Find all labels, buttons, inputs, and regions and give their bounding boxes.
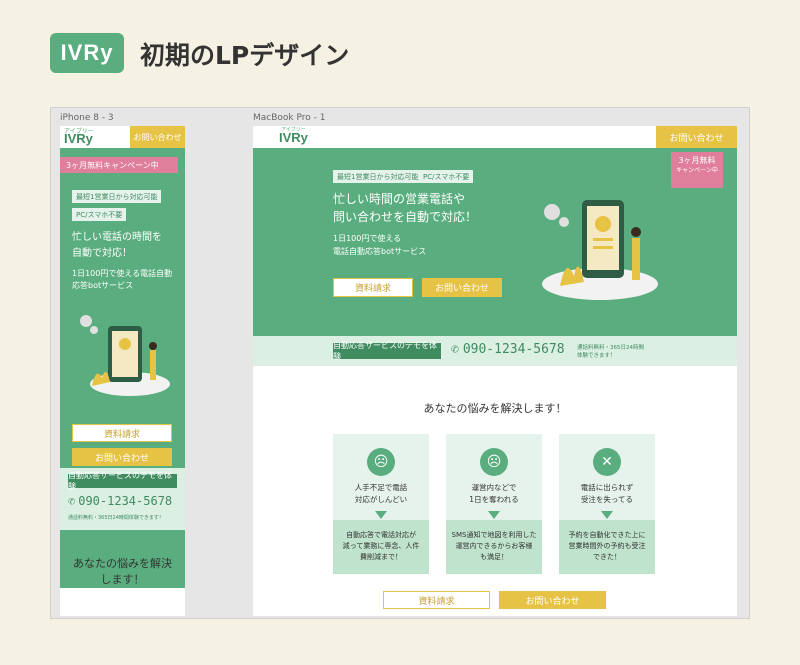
desktop-phone-illustration: [542, 200, 658, 300]
desktop-header-contact-button[interactable]: お問い合わせ: [656, 126, 737, 148]
mobile-subcopy-line2: 応答botサービス: [72, 281, 134, 290]
card-solution-line3: も満足！: [480, 553, 508, 561]
card-problem-line2: 対応がしんどい: [354, 495, 408, 504]
desktop-problems-title: あなたの悩みを解決します！: [423, 402, 567, 415]
down-arrow-icon: [488, 511, 500, 519]
card-solution-line2: 営業時間外の予約も受注: [568, 542, 646, 550]
ivry-logo-badge: IVRy: [50, 33, 124, 73]
mobile-frame-label: iPhone 8 - 3: [60, 113, 114, 123]
mobile-tag-speed: 最短1営業日から対応可能: [72, 190, 162, 203]
mobile-demo-section: 自動応答サービスのデモを体験 ✆ 090-1234-5678 通話料無料・365…: [60, 468, 185, 530]
card-problem-line1: 電話に出られず: [580, 483, 634, 492]
desktop-subcopy-line2: 電話自動応答botサービス: [333, 247, 427, 256]
mobile-artboard: アイブリー IVRy お問い合わせ 3ヶ月無料キャンペーン中 最短1営業日から対…: [60, 126, 185, 616]
desktop-demo-note: 通話料無料・365日24時間 体験できます！: [577, 344, 644, 360]
desktop-campaign-line2: キャンペーン中: [676, 167, 718, 174]
card-solution-line3: 費削減まで！: [360, 553, 402, 561]
mobile-header: アイブリー IVRy お問い合わせ: [60, 126, 185, 148]
mobile-subcopy: 1日100円で使える電話自動 応答botサービス: [72, 268, 172, 292]
desktop-phone-number: 090-1234-5678: [462, 342, 565, 357]
desktop-hero: 3ヶ月無料 キャンペーン中 最短1営業日から対応可能 PC/スマホ不要 忙しい時…: [253, 148, 737, 336]
mobile-problems-title-line2: します！: [100, 573, 145, 586]
frown-face-icon: ☹: [367, 448, 395, 476]
card-problem-text: 運営内などで 1日を奪われる: [446, 482, 542, 506]
mobile-headline-line1: 忙しい電話の時間を: [72, 232, 162, 243]
desktop-docs-button[interactable]: 資料請求: [333, 278, 413, 297]
mobile-subcopy-line1: 1日100円で使える電話自動: [72, 269, 173, 278]
sad-face-icon: ☹: [480, 448, 508, 476]
desktop-demo-label: 自動応答サービスのデモを体験: [333, 341, 441, 361]
mobile-phone-illustration: [80, 315, 170, 396]
problem-card-missed-calls: ✕ 電話に出られず 受注を失ってる 予約を自動化できた上に 営業時間外の予約も受…: [559, 434, 655, 574]
phone-icon: ✆: [451, 342, 459, 357]
desktop-artboard: アイブリー IVRy お問い合わせ 3ヶ月無料 キャンペーン中 最短1営業日から…: [253, 126, 737, 616]
card-problem-line1: 運営内などで: [471, 483, 517, 492]
desktop-subcopy: 1日100円で使える 電話自動応答botサービス: [333, 232, 426, 258]
desktop-bottom-docs-button[interactable]: 資料請求: [383, 591, 490, 609]
desktop-tag-device: PC/スマホ不要: [419, 170, 474, 183]
mobile-problems-title: あなたの悩みを解決 します！: [60, 556, 185, 588]
card-solution-line3: できた！: [593, 553, 621, 561]
card-problem-line1: 人手不足で電話: [354, 483, 408, 492]
desktop-subcopy-line1: 1日100円で使える: [333, 234, 402, 243]
mobile-phone-number: 090-1234-5678: [78, 494, 173, 508]
desktop-contact-button[interactable]: お問い合わせ: [422, 278, 502, 297]
card-solution-text: SMS通知で地図を利用した 運営内できるからお客様 も満足！: [446, 520, 542, 574]
card-solution-line1: 予約を自動化できた上に: [568, 531, 646, 539]
mobile-contact-button[interactable]: お問い合わせ: [72, 448, 172, 466]
desktop-demo-note-line2: 体験できます！: [577, 353, 616, 359]
mobile-headline: 忙しい電話の時間を 自動で対応！: [72, 230, 162, 262]
mobile-demo-note: 通話料無料・365日24時間体験できます！: [68, 515, 164, 521]
mobile-phone-row[interactable]: ✆ 090-1234-5678: [68, 494, 172, 508]
cross-eyes-face-icon: ✕: [593, 448, 621, 476]
desktop-tag-speed: 最短1営業日から対応可能: [333, 170, 423, 183]
desktop-demo-section: 自動応答サービスのデモを体験 ✆ 090-1234-5678 通話料無料・365…: [253, 336, 737, 366]
page-title: 初期のLPデザイン: [140, 41, 350, 70]
mobile-tag-device: PC/スマホ不要: [72, 208, 127, 221]
card-solution-line1: 自動応答で電話対応が: [346, 531, 416, 539]
card-solution-text: 予約を自動化できた上に 営業時間外の予約も受注 できた！: [559, 520, 655, 574]
card-problem-text: 人手不足で電話 対応がしんどい: [333, 482, 429, 506]
desktop-phone-row[interactable]: ✆ 090-1234-5678: [451, 342, 565, 357]
mobile-headline-line2: 自動で対応！: [72, 248, 132, 259]
desktop-frame-label: MacBook Pro - 1: [253, 113, 326, 123]
mobile-logo: IVRy: [64, 131, 93, 146]
down-arrow-icon: [601, 511, 613, 519]
mobile-campaign-ribbon: 3ヶ月無料キャンペーン中: [60, 157, 178, 173]
problem-card-staffing: ☹ 人手不足で電話 対応がしんどい 自動応答で電話対応が 減って業務に専念、人件…: [333, 434, 429, 574]
phone-icon: ✆: [68, 494, 76, 508]
card-solution-line1: SMS通知で地図を利用した: [451, 531, 537, 539]
problem-card-time: ☹ 運営内などで 1日を奪われる SMS通知で地図を利用した 運営内できるからお…: [446, 434, 542, 574]
desktop-logo: IVRy: [279, 130, 308, 145]
card-solution-line2: 運営内できるからお客様: [455, 542, 533, 550]
desktop-demo-note-line1: 通話料無料・365日24時間: [577, 345, 644, 351]
mobile-docs-button[interactable]: 資料請求: [72, 424, 172, 442]
card-problem-text: 電話に出られず 受注を失ってる: [559, 482, 655, 506]
mobile-problems-title-line1: あなたの悩みを解決: [73, 557, 172, 570]
card-solution-line2: 減って業務に専念、人件: [342, 542, 420, 550]
mobile-header-contact-button[interactable]: お問い合わせ: [130, 126, 185, 148]
down-arrow-icon: [375, 511, 387, 519]
desktop-header: アイブリー IVRy お問い合わせ: [253, 126, 737, 148]
desktop-headline-line1: 忙しい時間の営業電話や: [333, 192, 466, 206]
mobile-demo-label: 自動応答サービスのデモを体験: [68, 471, 177, 491]
card-solution-text: 自動応答で電話対応が 減って業務に専念、人件 費削減まで！: [333, 520, 429, 574]
desktop-campaign-line1: 3ヶ月無料: [678, 156, 716, 165]
desktop-campaign-banner: 3ヶ月無料 キャンペーン中: [671, 152, 723, 188]
card-problem-line2: 1日を奪われる: [469, 495, 519, 504]
desktop-headline: 忙しい時間の営業電話や 問い合わせを自動で対応！: [333, 190, 477, 226]
card-problem-line2: 受注を失ってる: [580, 495, 634, 504]
desktop-bottom-contact-button[interactable]: お問い合わせ: [499, 591, 606, 609]
desktop-headline-line2: 問い合わせを自動で対応！: [333, 210, 478, 224]
